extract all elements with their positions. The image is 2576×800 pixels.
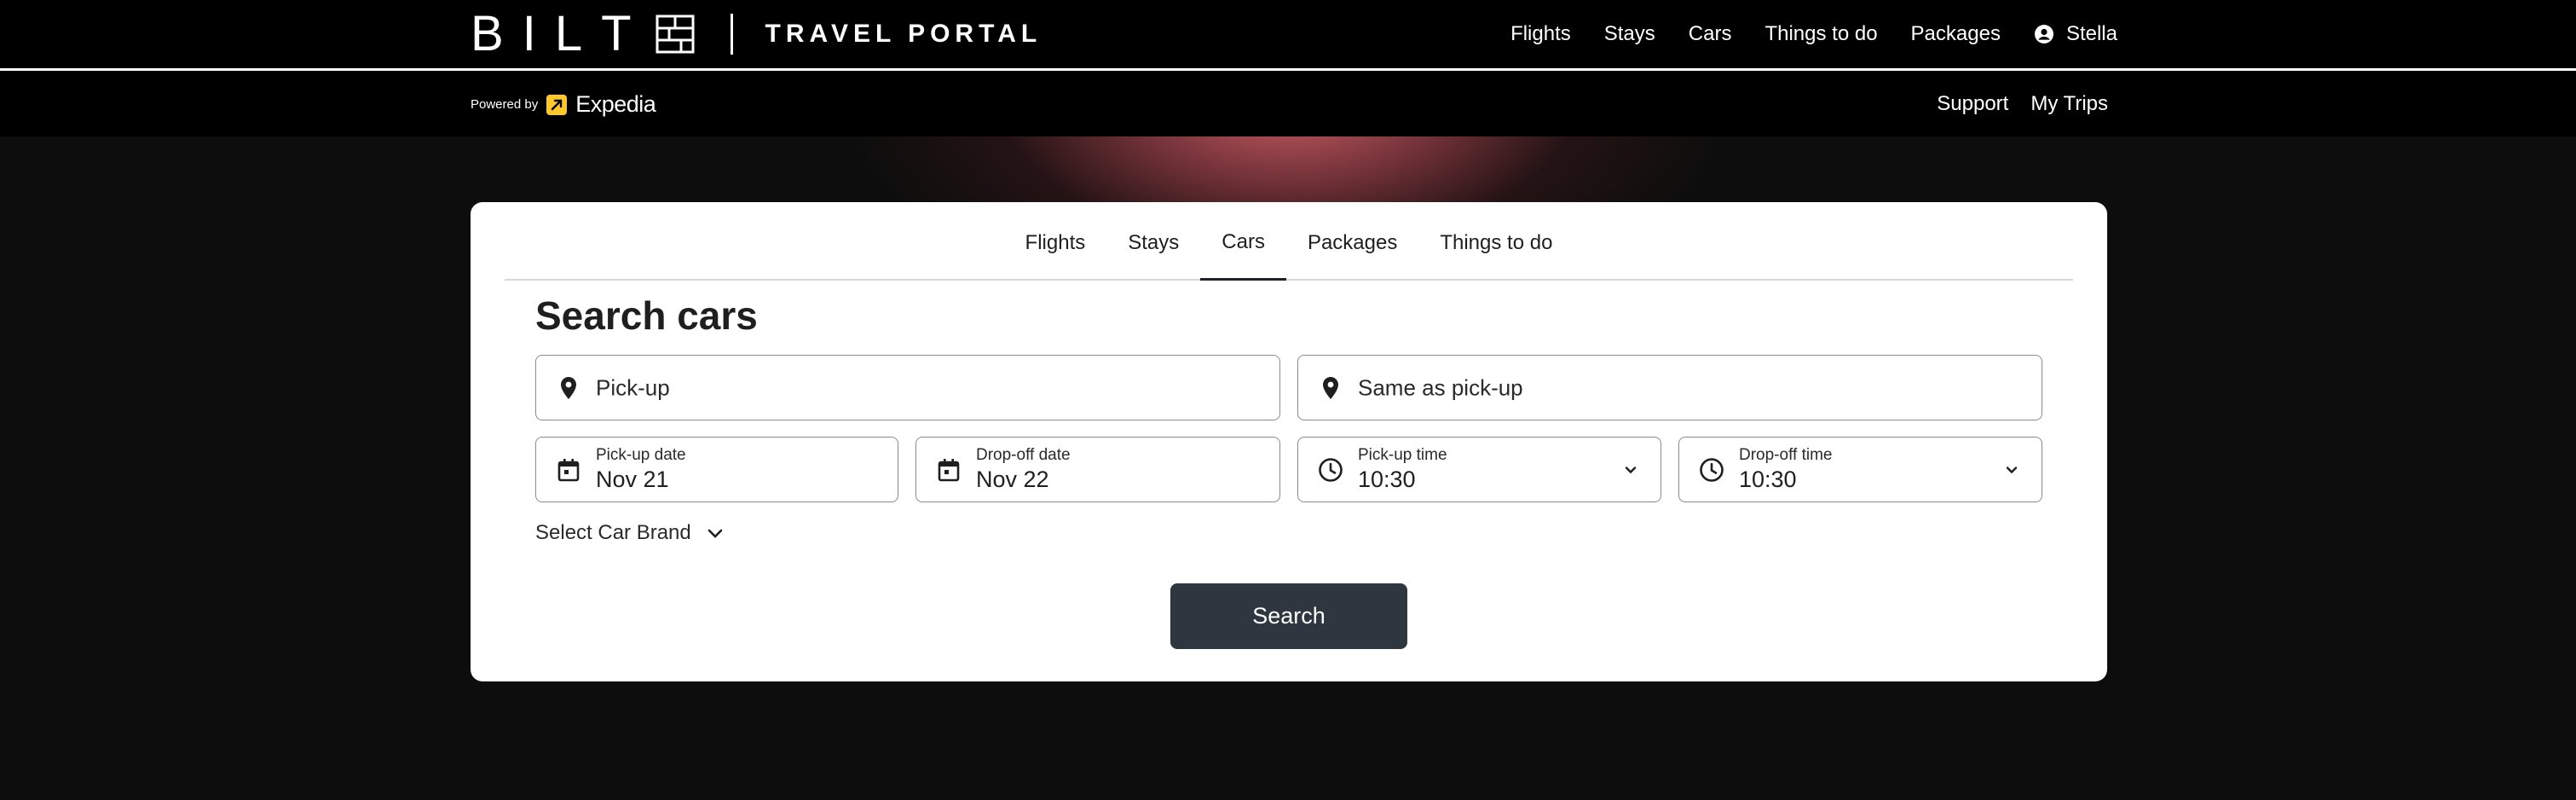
pickup-time-value: 10:30	[1358, 467, 1416, 492]
logo-letter: B	[471, 6, 523, 61]
dropoff-location-placeholder: Same as pick-up	[1358, 374, 1523, 400]
car-brand-toggle[interactable]: Select Car Brand	[535, 521, 725, 545]
search-button[interactable]: Search	[1170, 583, 1407, 649]
support-link[interactable]: Support	[1937, 92, 2008, 116]
chevron-down-icon	[2006, 466, 2018, 473]
user-icon	[2034, 25, 2053, 43]
my-trips-link[interactable]: My Trips	[2030, 92, 2108, 116]
sub-nav: Support My Trips	[1937, 71, 2108, 136]
partner-name: Expedia	[575, 91, 656, 117]
dropoff-time-select[interactable]: Drop-off time 10:30	[1678, 437, 2042, 502]
top-nav-flights[interactable]: Flights	[1510, 22, 1571, 46]
user-menu[interactable]: Stella	[2034, 22, 2117, 46]
powered-by-text: Powered by	[471, 97, 539, 112]
grid-logo-icon	[656, 14, 695, 54]
dropoff-time-label: Drop-off time	[1739, 446, 1833, 464]
user-name: Stella	[2065, 22, 2117, 45]
logo-divider	[730, 14, 733, 55]
car-brand-label: Select Car Brand	[535, 521, 691, 544]
pickup-time-label: Pick-up time	[1358, 446, 1447, 464]
logo-letter: I	[522, 6, 555, 61]
logo-letter: L	[554, 6, 602, 61]
dropoff-date-field[interactable]: Drop-off date Nov 22	[915, 437, 1280, 502]
tab-flights[interactable]: Flights	[1004, 206, 1107, 281]
page-title: Search cars	[535, 293, 758, 338]
search-tabs: Flights Stays Cars Packages Things to do	[505, 202, 2073, 281]
search-card: Flights Stays Cars Packages Things to do…	[471, 202, 2107, 681]
chevron-down-icon	[708, 529, 723, 538]
bilt-logo[interactable]: B I L T TRAVEL PORTAL	[471, 6, 1043, 61]
clock-icon	[1319, 457, 1343, 482]
top-nav-packages[interactable]: Packages	[1911, 22, 2001, 46]
top-navbar: B I L T TRAVEL PORTAL Flights Stays Cars…	[0, 0, 2576, 71]
location-pin-icon	[1323, 376, 1338, 399]
logo-wordmark: B I L T	[471, 6, 650, 61]
pickup-location-placeholder: Pick-up	[596, 374, 670, 400]
top-nav: Flights Stays Cars Things to do Packages…	[1510, 0, 2117, 68]
top-nav-stays[interactable]: Stays	[1604, 22, 1655, 46]
top-nav-cars[interactable]: Cars	[1689, 22, 1732, 46]
calendar-icon	[938, 458, 960, 481]
pickup-location-field[interactable]: Pick-up	[535, 355, 1280, 420]
dropoff-location-field[interactable]: Same as pick-up	[1297, 355, 2042, 420]
dropoff-time-value: 10:30	[1739, 467, 1797, 492]
tab-things-to-do[interactable]: Things to do	[1418, 206, 1574, 281]
chevron-down-icon	[1625, 466, 1637, 473]
pickup-date-value: Nov 21	[596, 467, 669, 492]
pickup-time-select[interactable]: Pick-up time 10:30	[1297, 437, 1661, 502]
pickup-date-label: Pick-up date	[596, 446, 686, 464]
tab-packages[interactable]: Packages	[1286, 206, 1418, 281]
calendar-icon	[557, 458, 580, 481]
powered-by-bar: Powered by Expedia Support My Trips	[0, 71, 2576, 136]
dropoff-date-value: Nov 22	[976, 467, 1049, 492]
portal-title: TRAVEL PORTAL	[765, 20, 1043, 48]
tab-cars[interactable]: Cars	[1200, 206, 1286, 281]
powered-by: Powered by Expedia	[471, 91, 656, 118]
dropoff-date-label: Drop-off date	[976, 446, 1071, 464]
logo-letter: T	[601, 6, 650, 61]
pickup-date-field[interactable]: Pick-up date Nov 21	[535, 437, 898, 502]
clock-icon	[1700, 457, 1724, 482]
top-nav-things-to-do[interactable]: Things to do	[1765, 22, 1877, 46]
expedia-mark-icon	[546, 94, 568, 115]
location-pin-icon	[561, 376, 576, 399]
tab-stays[interactable]: Stays	[1106, 206, 1200, 281]
